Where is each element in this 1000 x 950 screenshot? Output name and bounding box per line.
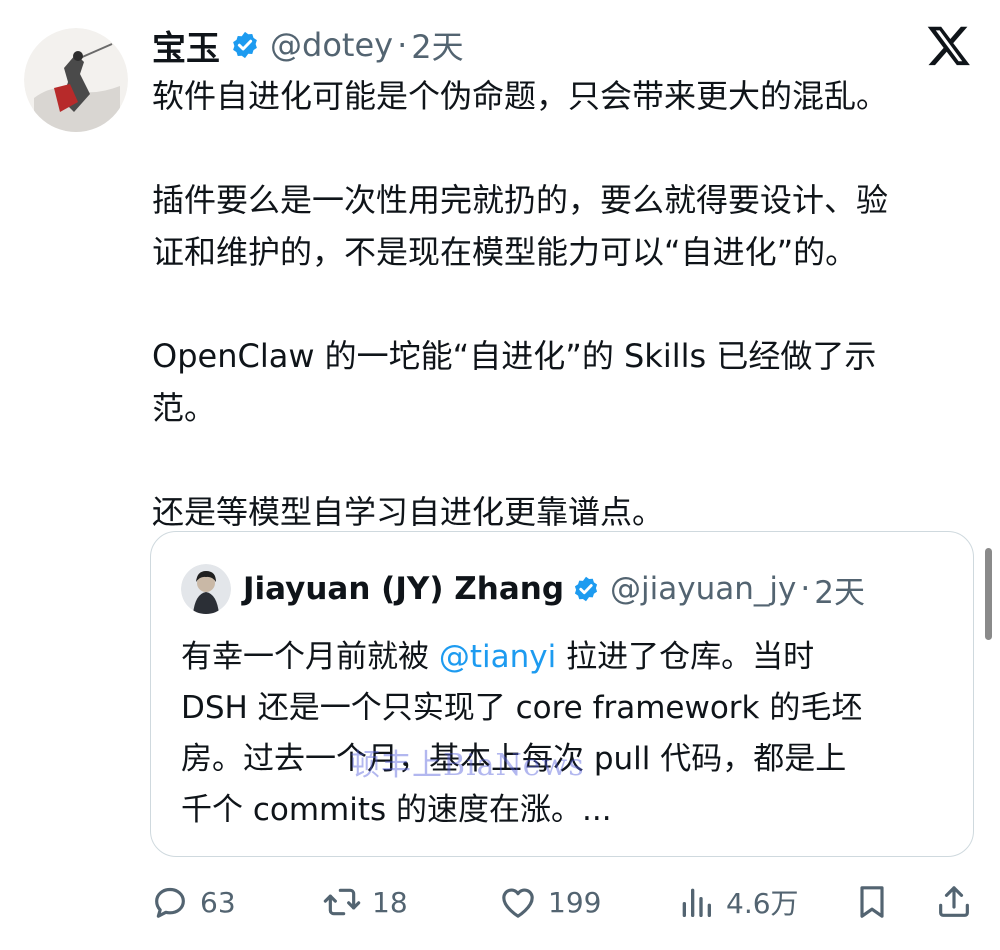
retweet-icon xyxy=(323,888,361,916)
quoted-tweet-body: 有幸一个月前就被 @tianyi 拉进了仓库。当时 DSH 还是一个只实现了 c… xyxy=(181,632,951,836)
author-display-name[interactable]: 宝玉 xyxy=(152,21,220,70)
quoted-avatar-image xyxy=(181,564,231,614)
quoted-tweet-card[interactable]: Jiayuan (JY) Zhang @jiayuan_jy · 2天 有幸一个… xyxy=(150,531,974,857)
quoted-text-before-mention: 有幸一个月前就被 xyxy=(181,639,439,675)
quoted-author-display-name[interactable]: Jiayuan (JY) Zhang xyxy=(243,571,564,607)
quoted-tweet-timestamp[interactable]: 2天 xyxy=(814,567,865,612)
like-button[interactable]: 199 xyxy=(498,870,601,934)
view-count: 4.6万 xyxy=(726,887,799,920)
share-button[interactable] xyxy=(934,870,974,934)
tweet-action-bar: 63 18 199 4.6万 xyxy=(150,870,980,934)
tweet-timestamp[interactable]: 2天 xyxy=(411,22,463,68)
quoted-author-handle[interactable]: @jiayuan_jy xyxy=(610,571,796,607)
views-icon xyxy=(682,888,711,917)
views-button[interactable]: 4.6万 xyxy=(676,870,799,934)
x-logo-icon xyxy=(926,22,972,68)
tweet-paragraph: 软件自进化可能是个伪命题，只会带来更大的混乱。 xyxy=(152,77,889,115)
quoted-header-separator: · xyxy=(800,571,811,607)
retweet-count: 18 xyxy=(372,885,408,919)
quoted-tweet-header: Jiayuan (JY) Zhang @jiayuan_jy · 2天 xyxy=(181,564,865,614)
tweet-paragraph: OpenClaw 的一坨能“自进化”的 Skills 已经做了示 范。 xyxy=(152,337,877,427)
reply-count: 63 xyxy=(200,885,236,919)
verified-badge-icon xyxy=(572,575,600,603)
mention-link[interactable]: @tianyi xyxy=(439,639,556,675)
author-handle[interactable]: @dotey xyxy=(270,26,393,64)
bookmark-icon xyxy=(860,886,884,918)
avatar-image xyxy=(24,28,128,132)
author-avatar[interactable] xyxy=(24,28,128,132)
like-count: 199 xyxy=(548,885,602,919)
reply-icon xyxy=(155,887,185,918)
verified-badge-icon xyxy=(230,30,260,60)
heart-icon xyxy=(502,888,534,918)
scrollbar-thumb[interactable] xyxy=(985,548,992,640)
header-separator: · xyxy=(397,26,408,64)
retweet-button[interactable]: 18 xyxy=(322,870,408,934)
reply-button[interactable]: 63 xyxy=(150,870,236,934)
tweet-body: 软件自进化可能是个伪命题，只会带来更大的混乱。 插件要么是一次性用完就扔的，要么… xyxy=(152,70,982,538)
tweet-paragraph: 插件要么是一次性用完就扔的，要么就得要设计、验 证和维护的，不是现在模型能力可以… xyxy=(152,181,889,271)
share-icon xyxy=(939,886,969,917)
quoted-author-avatar[interactable] xyxy=(181,564,231,614)
tweet-header: 宝玉 @dotey · 2天 xyxy=(152,21,464,70)
bookmark-button[interactable] xyxy=(852,870,892,934)
